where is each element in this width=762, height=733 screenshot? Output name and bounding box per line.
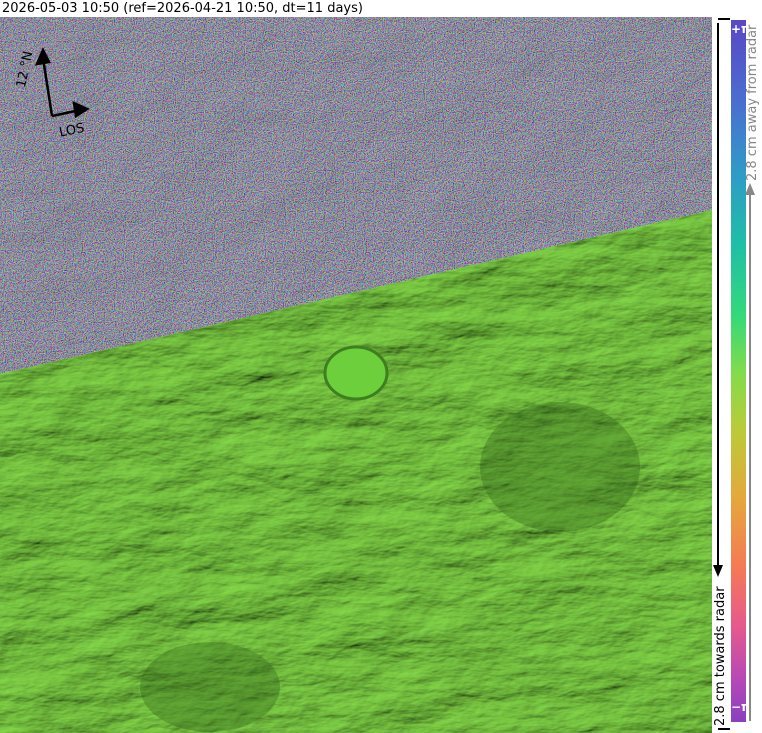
colorbar-towards-label: 2.8 cm towards radar [713, 586, 728, 726]
colorbar-min-label: −π [731, 700, 751, 714]
interferogram-map[interactable] [0, 17, 712, 733]
interferogram-image [0, 17, 712, 733]
colorbar-max-label: +π [731, 22, 751, 36]
phase-colorbar [731, 20, 746, 722]
colorbar-away-label: 2.8 cm away from radar [745, 24, 760, 181]
crater-lake [323, 345, 389, 401]
map-title: 2026-05-03 10:50 (ref=2026-04-21 10:50, … [2, 1, 363, 16]
